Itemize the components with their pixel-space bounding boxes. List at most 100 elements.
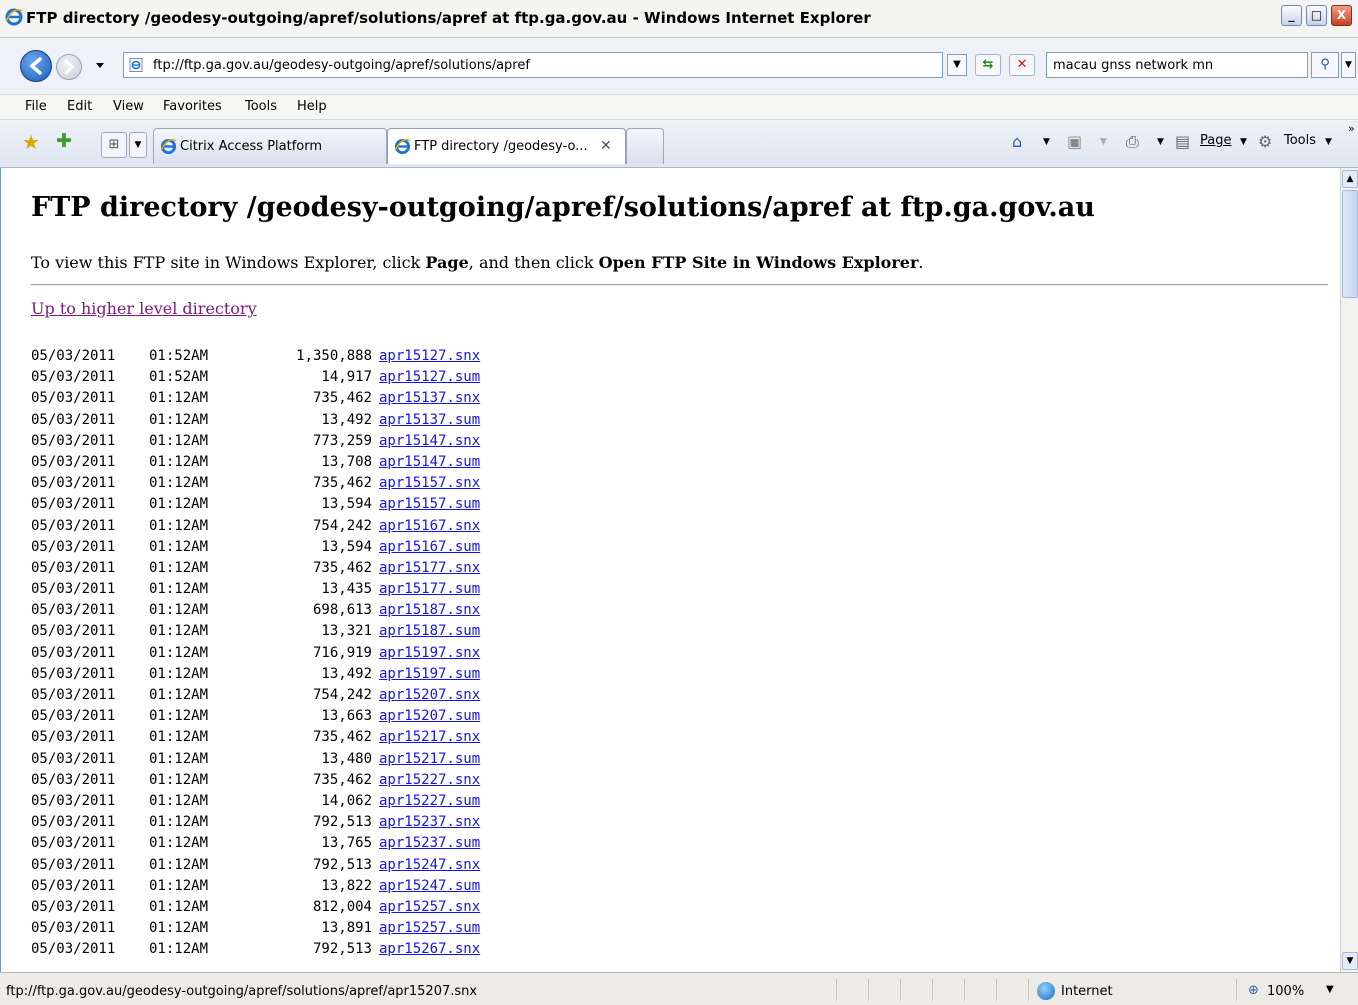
favorites-center-icon[interactable]: ★	[22, 130, 40, 154]
status-separator	[836, 979, 837, 1001]
chevron-down-icon[interactable]: ▼	[1326, 984, 1334, 995]
tab-citrix-access-platform[interactable]: Citrix Access Platform	[153, 128, 387, 164]
file-size: 735,462	[312, 559, 372, 576]
file-link[interactable]: apr15217.snx	[379, 727, 480, 748]
chevron-down-icon[interactable]: ▼	[1325, 137, 1332, 147]
file-size: 13,891	[321, 920, 372, 937]
ie-logo-icon	[5, 8, 23, 26]
file-link[interactable]: apr15267.snx	[379, 939, 480, 960]
tab-ftp-directory[interactable]: FTP directory /geodesy-o... ✕	[387, 128, 626, 164]
search-options-dropdown[interactable]: ▼	[1341, 52, 1356, 78]
file-link[interactable]: apr15207.snx	[379, 685, 480, 706]
chevron-down-icon[interactable]: ▼	[1240, 137, 1247, 147]
file-date: 05/03/2011	[31, 538, 116, 555]
close-tab-icon[interactable]: ✕	[600, 138, 612, 154]
file-link[interactable]: apr15257.snx	[379, 897, 480, 918]
scroll-thumb[interactable]	[1342, 190, 1358, 298]
chevron-down-icon: ▼	[1100, 137, 1107, 147]
tab-label: Citrix Access Platform	[180, 139, 323, 154]
page-menu-button[interactable]: Page	[1200, 133, 1231, 148]
minimize-icon: _	[1288, 8, 1295, 22]
back-button[interactable]	[20, 50, 52, 82]
file-link[interactable]: apr15157.sum	[379, 494, 480, 515]
chevron-down-icon[interactable]: ▼	[1157, 137, 1164, 147]
file-date: 05/03/2011	[31, 517, 116, 534]
file-link[interactable]: apr15167.sum	[379, 537, 480, 558]
file-link[interactable]: apr15217.sum	[379, 749, 480, 770]
instructions-text: , and then click	[468, 253, 599, 272]
file-link[interactable]: apr15237.snx	[379, 812, 480, 833]
file-link[interactable]: apr15127.sum	[379, 367, 480, 388]
up-directory-link[interactable]: Up to higher level directory	[31, 299, 257, 318]
file-time: 01:12AM	[149, 581, 209, 598]
forward-button[interactable]	[56, 54, 82, 80]
new-tab-button[interactable]	[626, 128, 664, 164]
file-date: 05/03/2011	[31, 411, 116, 428]
file-link[interactable]: apr15147.sum	[379, 452, 480, 473]
file-link[interactable]: apr15247.sum	[379, 876, 480, 897]
home-icon[interactable]: ⌂	[1012, 132, 1022, 151]
file-row: 05/03/2011 01:12AM 13,594 apr15167.sum	[31, 537, 480, 558]
file-link[interactable]: apr15247.snx	[379, 855, 480, 876]
file-size: 735,462	[312, 390, 372, 407]
search-button[interactable]: ⚲	[1311, 52, 1339, 78]
tools-menu-button[interactable]: Tools	[1284, 133, 1316, 148]
search-input[interactable]: macau gnss network mn	[1046, 52, 1308, 78]
file-date: 05/03/2011	[31, 496, 116, 513]
scroll-up-button[interactable]: ▲	[1342, 170, 1358, 188]
vertical-scrollbar[interactable]: ▲ ▼	[1340, 168, 1358, 972]
file-link[interactable]: apr15137.snx	[379, 388, 480, 409]
refresh-button[interactable]: ⇆	[975, 54, 1001, 76]
file-row: 05/03/2011 01:12AM 13,492 apr15197.sum	[31, 664, 480, 685]
menu-help[interactable]: Help	[297, 99, 327, 114]
file-row: 05/03/2011 01:12AM 13,822 apr15247.sum	[31, 876, 480, 897]
file-link[interactable]: apr15187.snx	[379, 600, 480, 621]
file-link[interactable]: apr15187.sum	[379, 621, 480, 642]
menu-file[interactable]: File	[25, 99, 47, 114]
file-row: 05/03/2011 01:12AM 735,462 apr15227.snx	[31, 770, 480, 791]
file-link[interactable]: apr15147.snx	[379, 431, 480, 452]
file-link[interactable]: apr15167.snx	[379, 516, 480, 537]
file-date: 05/03/2011	[31, 369, 116, 386]
quick-tabs-button[interactable]: ⊞	[101, 132, 127, 158]
file-time: 01:12AM	[149, 920, 209, 937]
security-zone-label[interactable]: Internet	[1061, 984, 1113, 999]
minimize-button[interactable]: _	[1281, 5, 1302, 26]
menu-favorites[interactable]: Favorites	[163, 99, 222, 114]
file-link[interactable]: apr15207.sum	[379, 706, 480, 727]
chevron-down-icon[interactable]: ▼	[1043, 137, 1050, 147]
file-time: 01:12AM	[149, 411, 209, 428]
print-icon[interactable]: ⎙	[1126, 132, 1139, 152]
file-link[interactable]: apr15227.snx	[379, 770, 480, 791]
file-date: 05/03/2011	[31, 453, 116, 470]
maximize-button[interactable]: □	[1306, 5, 1327, 26]
file-link[interactable]: apr15127.snx	[379, 346, 480, 367]
file-link[interactable]: apr15197.sum	[379, 664, 480, 685]
stop-button[interactable]: ✕	[1009, 54, 1035, 76]
scroll-down-button[interactable]: ▼	[1342, 952, 1358, 970]
toolbar-overflow-icon[interactable]: »	[1348, 122, 1355, 135]
recent-pages-dropdown-icon[interactable]	[95, 62, 105, 70]
status-separator	[932, 979, 933, 1001]
file-link[interactable]: apr15257.sum	[379, 918, 480, 939]
menu-view[interactable]: View	[113, 99, 144, 114]
zoom-level[interactable]: 100%	[1267, 984, 1304, 999]
menu-tools[interactable]: Tools	[245, 99, 277, 114]
file-link[interactable]: apr15177.snx	[379, 558, 480, 579]
file-link[interactable]: apr15237.sum	[379, 833, 480, 854]
tab-list-button[interactable]: ▼	[129, 132, 147, 158]
page-icon	[129, 58, 143, 72]
file-link[interactable]: apr15157.snx	[379, 473, 480, 494]
file-link[interactable]: apr15197.snx	[379, 643, 480, 664]
file-link[interactable]: apr15227.sum	[379, 791, 480, 812]
file-time: 01:12AM	[149, 856, 209, 873]
feeds-icon[interactable]: ▣	[1067, 132, 1082, 151]
menu-edit[interactable]: Edit	[67, 99, 92, 114]
add-favorite-icon[interactable]: ✚	[56, 130, 72, 152]
file-link[interactable]: apr15177.sum	[379, 579, 480, 600]
close-window-button[interactable]: X	[1331, 5, 1352, 26]
file-link[interactable]: apr15137.sum	[379, 410, 480, 431]
address-dropdown-button[interactable]: ▼	[947, 54, 967, 76]
address-field[interactable]: ftp://ftp.ga.gov.au/geodesy-outgoing/apr…	[123, 52, 943, 78]
page-title: FTP directory /geodesy-outgoing/apref/so…	[31, 192, 1095, 223]
